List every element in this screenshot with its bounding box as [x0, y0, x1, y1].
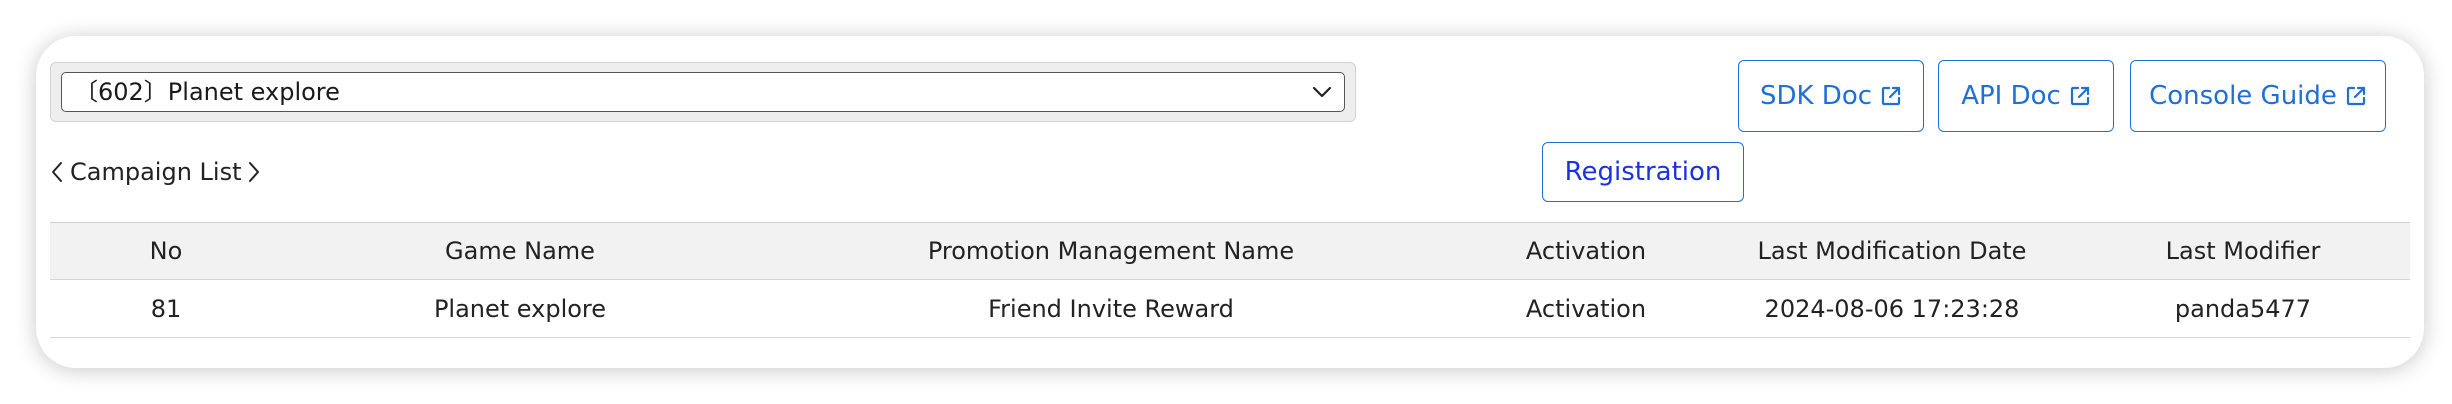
chevron-left-icon[interactable]	[50, 160, 64, 184]
external-link-icon	[2070, 86, 2089, 106]
header-last-modifier: Last Modifier	[2165, 237, 2321, 265]
cell-last-modifier: panda5477	[2174, 294, 2312, 323]
sdk-doc-button[interactable]: SDK Doc	[1738, 60, 1924, 132]
registration-button[interactable]: Registration	[1542, 142, 1744, 202]
header-game-name: Game Name	[445, 237, 595, 265]
cell-game-name: Planet explore	[433, 294, 607, 323]
chevron-down-icon	[1312, 86, 1332, 98]
registration-label: Registration	[1564, 157, 1722, 187]
table-header-row: No Game Name Promotion Management Name A…	[50, 222, 2410, 280]
header-activation: Activation	[1525, 237, 1647, 265]
campaign-select-value: 〔602〕Planet explore	[74, 78, 340, 106]
api-doc-label: API Doc	[1961, 81, 2061, 111]
api-doc-button[interactable]: API Doc	[1938, 60, 2114, 132]
header-promotion-name: Promotion Management Name	[927, 237, 1295, 265]
cell-no: 81	[150, 294, 182, 323]
sdk-doc-label: SDK Doc	[1759, 81, 1873, 111]
campaign-list-nav: Campaign List	[50, 154, 261, 190]
console-guide-label: Console Guide	[2149, 81, 2337, 111]
header-no: No	[149, 237, 183, 265]
table-row[interactable]: 81 Planet explore Friend Invite Reward A…	[50, 280, 2410, 338]
cell-activation: Activation	[1525, 294, 1647, 323]
campaign-select[interactable]: 〔602〕Planet explore	[61, 72, 1345, 112]
promotion-panel: 〔602〕Planet explore SDK Doc API Doc Cons…	[36, 36, 2424, 368]
promotion-table: No Game Name Promotion Management Name A…	[50, 222, 2410, 338]
cell-promotion-name[interactable]: Friend Invite Reward	[758, 280, 1464, 337]
campaign-list-label: Campaign List	[70, 158, 242, 186]
campaign-select-container: 〔602〕Planet explore	[50, 62, 1356, 122]
external-link-icon	[2346, 86, 2366, 106]
cell-last-modification-date: 2024-08-06 17:23:28	[1764, 294, 2020, 323]
header-last-modification-date: Last Modification Date	[1757, 237, 2027, 265]
external-link-icon	[1881, 86, 1901, 106]
console-guide-button[interactable]: Console Guide	[2130, 60, 2386, 132]
chevron-right-icon[interactable]	[247, 160, 261, 184]
